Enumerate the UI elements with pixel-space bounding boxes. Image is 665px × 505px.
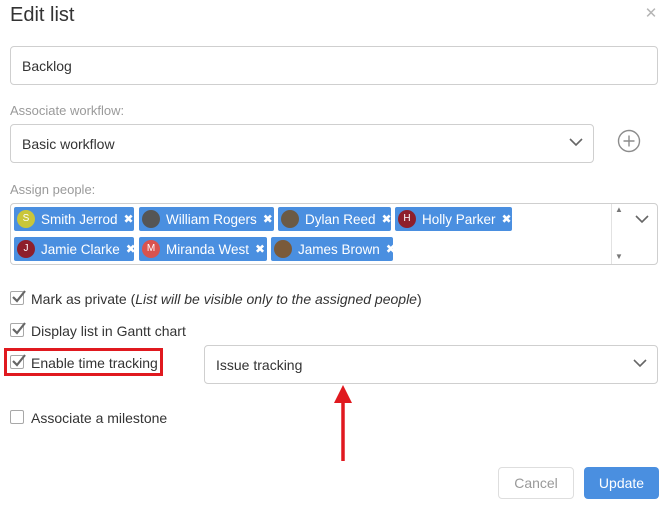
remove-icon[interactable]: ✖ [126,242,136,256]
avatar: J [17,240,35,258]
scroll-down-icon[interactable]: ▼ [615,252,623,261]
person-name: Holly Parker [422,211,496,227]
person-tag[interactable]: M Miranda West ✖ [139,237,267,261]
close-icon[interactable]: ✕ [643,6,659,22]
gantt-label: Display list in Gantt chart [31,323,186,339]
person-tag[interactable]: Dylan Reed ✖ [278,207,392,231]
checkmark-icon [12,354,26,367]
checkmark-icon [12,322,26,335]
remove-icon[interactable]: ✖ [502,212,512,226]
remove-icon[interactable]: ✖ [386,242,396,256]
private-checkbox[interactable] [10,290,26,305]
people-scrollbar[interactable]: ▲ ▼ [611,204,625,264]
plus-circle-icon[interactable] [617,129,641,153]
chevron-down-icon [633,359,647,368]
person-name: Jamie Clarke [41,241,120,257]
remove-icon[interactable]: ✖ [263,212,273,226]
chevron-down-icon[interactable] [633,210,651,228]
person-name: Dylan Reed [305,211,376,227]
milestone-label: Associate a milestone [31,410,168,426]
time-tracking-label: Enable time tracking [31,355,158,371]
gantt-checkbox[interactable] [10,322,26,337]
assign-people-label: Assign people: [10,182,96,197]
tracking-select[interactable]: Issue tracking [204,345,658,384]
workflow-label: Associate workflow: [10,103,125,118]
private-label: Mark as private (List will be visible on… [31,291,422,307]
tracking-value: Issue tracking [216,356,303,373]
avatar: S [17,210,35,228]
person-tag[interactable]: James Brown ✖ [271,237,396,261]
remove-icon[interactable]: ✖ [124,212,134,226]
update-button[interactable]: Update [584,467,659,499]
milestone-checkbox[interactable] [10,410,24,424]
list-name-value: Backlog [22,57,72,74]
time-tracking-checkbox[interactable] [10,354,26,369]
list-name-input[interactable]: Backlog [10,46,658,85]
private-note: List will be visible only to the assigne… [135,291,417,307]
person-name: Miranda West [166,241,250,257]
arrow-up-icon [334,385,352,461]
person-name: Smith Jerrod [41,211,118,227]
dialog-title: Edit list [10,4,75,26]
person-tag[interactable]: S Smith Jerrod ✖ [14,207,134,231]
person-name: James Brown [298,241,380,257]
private-label-close: ) [416,291,422,307]
chevron-down-icon [569,138,583,147]
workflow-select[interactable]: Basic workflow [10,124,594,163]
person-tag[interactable]: H Holly Parker ✖ [395,207,512,231]
avatar: M [142,240,160,258]
scroll-up-icon[interactable]: ▲ [615,205,623,214]
checkmark-icon [12,290,26,303]
person-tag[interactable]: William Rogers ✖ [139,207,274,231]
avatar [142,210,160,228]
private-label-text: Mark as private ( [31,291,136,307]
remove-icon[interactable]: ✖ [382,212,392,226]
workflow-value: Basic workflow [22,135,115,152]
person-tag[interactable]: J Jamie Clarke ✖ [14,237,136,261]
remove-icon[interactable]: ✖ [255,242,265,256]
person-name: William Rogers [166,211,257,227]
avatar [274,240,292,258]
avatar: H [398,210,416,228]
cancel-button[interactable]: Cancel [498,467,574,499]
avatar [281,210,299,228]
